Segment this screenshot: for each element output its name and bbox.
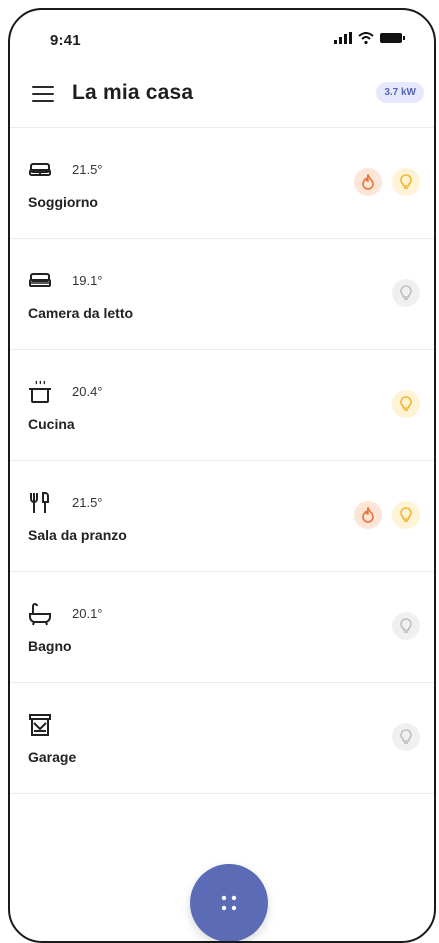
pot-icon: [29, 380, 51, 403]
light-toggle[interactable]: [392, 168, 420, 196]
cutlery-icon: [30, 492, 49, 513]
room-status-badges: [392, 612, 420, 640]
battery-icon: [380, 33, 405, 43]
phone-frame: 9:41 La mia casa 3.7 kW 21.5° Soggiorno …: [8, 8, 436, 943]
room-row-bagno[interactable]: 20.1° Bagno: [10, 572, 434, 683]
sofa-icon: [29, 163, 51, 176]
wifi-icon: [358, 32, 374, 44]
garage-icon: [29, 714, 51, 736]
app-header: La mia casa 3.7 kW: [10, 70, 434, 128]
light-toggle[interactable]: [392, 390, 420, 418]
flame-icon: [362, 507, 374, 523]
lightbulb-icon: [400, 729, 412, 744]
room-row-garage[interactable]: Garage: [10, 683, 434, 794]
room-status-badges: [392, 279, 420, 307]
lightbulb-icon: [400, 618, 412, 633]
status-bar: 9:41: [10, 10, 434, 66]
heating-toggle[interactable]: [354, 168, 382, 196]
room-list: 21.5° Soggiorno 19.1° Camera da letto 20…: [10, 128, 434, 794]
status-icons: [334, 32, 406, 44]
room-name: Camera da letto: [28, 305, 134, 321]
flame-icon: [362, 174, 374, 190]
room-name: Soggiorno: [28, 194, 98, 210]
light-toggle[interactable]: [392, 279, 420, 307]
room-temperature: 20.4°: [72, 384, 103, 399]
room-temperature: 21.5°: [72, 495, 103, 510]
room-name: Garage: [28, 749, 77, 765]
lightbulb-icon: [400, 174, 412, 189]
fab-apps-button[interactable]: [190, 864, 268, 941]
lightbulb-icon: [400, 507, 412, 522]
grid-dots-icon: [221, 895, 237, 911]
room-status-badges: [392, 390, 420, 418]
light-toggle[interactable]: [392, 612, 420, 640]
hamburger-menu-icon[interactable]: [32, 86, 54, 102]
room-row-sala-da-pranzo[interactable]: 21.5° Sala da pranzo: [10, 461, 434, 572]
room-status-badges: [392, 723, 420, 751]
room-name: Bagno: [28, 638, 72, 654]
power-usage-badge: 3.7 kW: [376, 82, 424, 103]
lightbulb-icon: [400, 285, 412, 300]
room-row-soggiorno[interactable]: 21.5° Soggiorno: [10, 128, 434, 239]
room-row-camera-da-letto[interactable]: 19.1° Camera da letto: [10, 239, 434, 350]
room-name: Cucina: [28, 416, 75, 432]
status-time: 9:41: [50, 32, 81, 49]
room-row-cucina[interactable]: 20.4° Cucina: [10, 350, 434, 461]
heating-toggle[interactable]: [354, 501, 382, 529]
room-name: Sala da pranzo: [28, 527, 127, 543]
signal-icon: [334, 32, 352, 44]
light-toggle[interactable]: [392, 723, 420, 751]
lightbulb-icon: [400, 396, 412, 411]
page-title: La mia casa: [72, 81, 194, 104]
room-temperature: 20.1°: [72, 606, 103, 621]
bathtub-icon: [29, 603, 51, 626]
room-status-badges: [354, 501, 420, 529]
room-status-badges: [354, 168, 420, 196]
light-toggle[interactable]: [392, 501, 420, 529]
room-temperature: 21.5°: [72, 162, 103, 177]
bed-icon: [29, 273, 51, 287]
room-temperature: 19.1°: [72, 273, 103, 288]
